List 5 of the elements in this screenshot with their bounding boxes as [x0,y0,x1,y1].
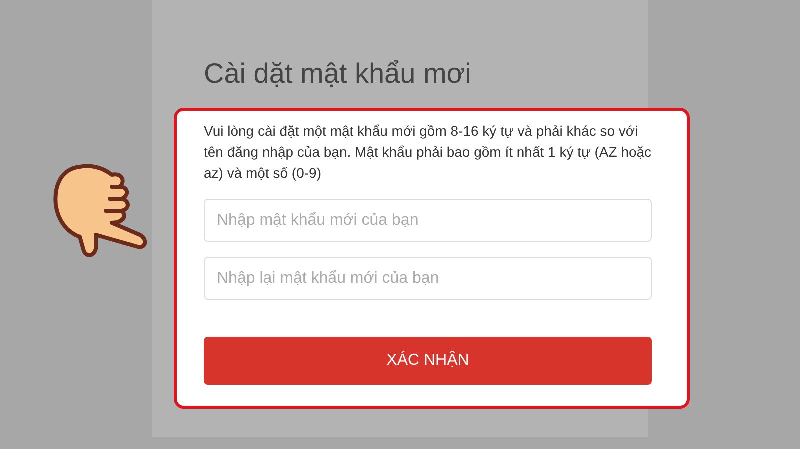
confirm-button[interactable]: XÁC NHẬN [204,337,652,385]
password-field[interactable]: Nhập lại mật khẩu mới của bạn [204,257,652,300]
page-title: Cài dặt mật khẩu mơi [204,57,472,91]
instructions-text: Vui lòng cài đặt một mật khẩu mới gồm 8-16 ký tự và phải khác so với tên đăng nhập của bạn. Mật khẩu phải bao gồm ít nhất 1 ký tự (AZ hoặc az) và một số (0-9) [204,122,653,183]
password-field[interactable]: Nhập mật khẩu mới của bạn [204,199,652,242]
